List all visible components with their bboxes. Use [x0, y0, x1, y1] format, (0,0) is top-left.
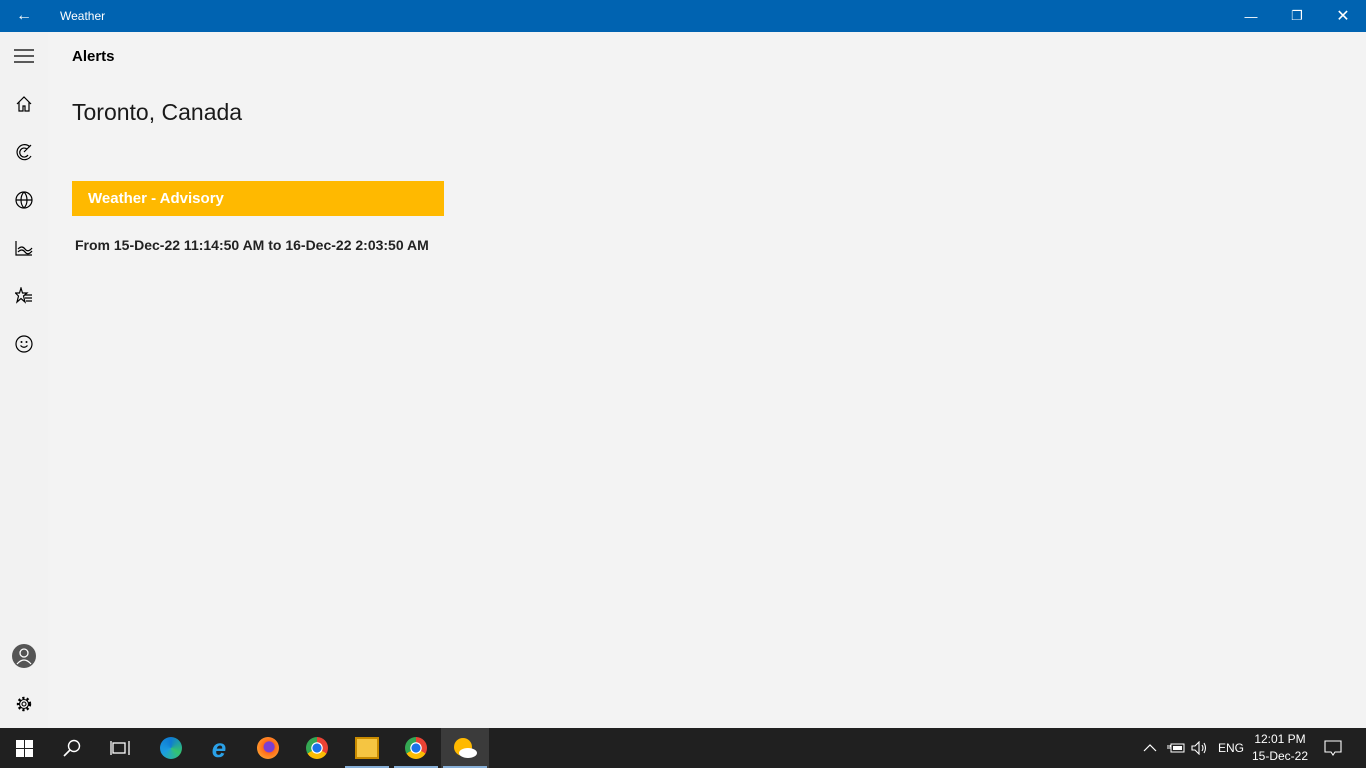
- volume-control[interactable]: [1191, 728, 1209, 768]
- taskbar-chrome-2[interactable]: [392, 728, 440, 768]
- sidebar: [0, 32, 48, 728]
- feedback-icon: [15, 335, 33, 353]
- chrome-icon: [306, 737, 328, 759]
- favorites-icon: [15, 287, 32, 304]
- nav-maps[interactable]: [0, 128, 48, 176]
- settings-icon: [16, 696, 32, 712]
- input-language[interactable]: ENG: [1218, 728, 1244, 768]
- back-arrow-icon: ←: [16, 7, 32, 24]
- nav-news[interactable]: [0, 176, 48, 224]
- location-name: Toronto, Canada: [72, 99, 243, 125]
- outlook-mail-icon: [355, 737, 379, 759]
- firefox-icon: [257, 737, 279, 759]
- show-hidden-icons[interactable]: [1143, 728, 1157, 768]
- title-bar: ← Weather — ❐ ✕: [0, 0, 1366, 32]
- taskbar-chrome[interactable]: [293, 728, 341, 768]
- clock-time: 12:01 PM: [1254, 732, 1306, 746]
- taskbar-edge[interactable]: [147, 728, 195, 768]
- start-button[interactable]: [0, 728, 48, 768]
- alert-banner[interactable]: Weather - Advisory: [72, 181, 444, 216]
- search-button[interactable]: [48, 728, 96, 768]
- settings-button[interactable]: [0, 680, 48, 728]
- nav-feedback[interactable]: [0, 320, 48, 368]
- historical-icon: [15, 241, 33, 256]
- taskbar: e ENG 12:01 PM 15-Dec-22: [0, 728, 1366, 768]
- home-icon: [16, 96, 32, 112]
- back-button[interactable]: ←: [0, 0, 48, 32]
- taskbar-ie[interactable]: e: [195, 728, 243, 768]
- taskbar-weather[interactable]: [441, 728, 489, 768]
- search-icon: [63, 739, 81, 757]
- weather-app-icon: [454, 738, 477, 758]
- hamburger-menu-button[interactable]: [0, 32, 48, 80]
- hamburger-icon: [14, 49, 34, 63]
- taskbar-firefox[interactable]: [244, 728, 292, 768]
- globe-icon: [15, 191, 33, 209]
- nav-favorites[interactable]: [0, 272, 48, 320]
- account-icon: [12, 644, 36, 668]
- page-title: Alerts: [72, 48, 115, 65]
- alert-time-range: From 15-Dec-22 11:14:50 AM to 16-Dec-22 …: [75, 237, 429, 253]
- clock-date: 15-Dec-22: [1251, 749, 1309, 763]
- close-button[interactable]: ✕: [1320, 0, 1366, 32]
- task-view-button[interactable]: [96, 728, 144, 768]
- notification-icon: [1324, 740, 1342, 756]
- battery-status[interactable]: [1167, 728, 1185, 768]
- action-center-button[interactable]: [1324, 728, 1342, 768]
- clock[interactable]: 12:01 PM 15-Dec-22: [1248, 731, 1312, 765]
- speaker-icon: [1191, 741, 1207, 755]
- taskbar-outlook[interactable]: [343, 728, 391, 768]
- chrome-icon: [405, 737, 427, 759]
- chevron-up-icon: [1143, 744, 1157, 752]
- nav-historical[interactable]: [0, 224, 48, 272]
- minimize-button[interactable]: —: [1228, 0, 1274, 32]
- restore-button[interactable]: ❐: [1274, 0, 1320, 32]
- nav-forecast[interactable]: [0, 80, 48, 128]
- edge-icon: [160, 737, 182, 759]
- app-title: Weather: [60, 9, 106, 23]
- battery-charging-icon: [1167, 743, 1185, 753]
- account-button[interactable]: [0, 632, 48, 680]
- windows-icon: [15, 739, 33, 757]
- internet-explorer-icon: e: [211, 732, 227, 763]
- radar-icon: [16, 144, 32, 161]
- task-view-icon: [110, 741, 130, 755]
- main-content: Alerts Toronto, Canada Weather - Advisor…: [48, 32, 1366, 728]
